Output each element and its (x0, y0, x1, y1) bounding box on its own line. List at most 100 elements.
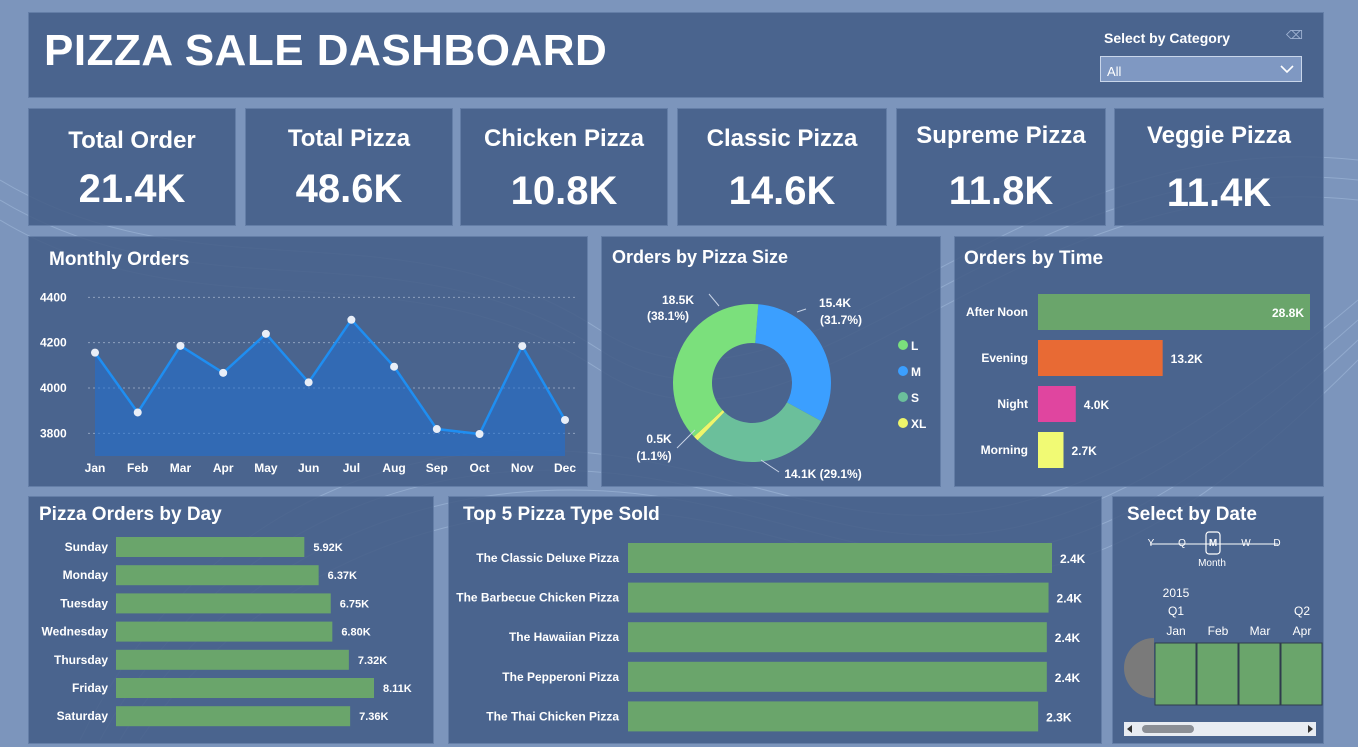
timeline-quarter-q1: Q1 (1168, 604, 1184, 618)
day-bar (116, 706, 351, 727)
kpi-card-veggie-pizza: Veggie Pizza 11.4K (1114, 108, 1324, 226)
time-bar (1038, 386, 1076, 422)
top5-title: Top 5 Pizza Type Sold (463, 504, 660, 525)
time-bar-value: 4.0K (1084, 398, 1110, 412)
day-bar (116, 678, 374, 698)
category-dropdown[interactable]: All (1100, 56, 1302, 82)
orders-by-time-title: Orders by Time (964, 248, 1104, 269)
eraser-icon[interactable]: ⌫ (1286, 28, 1303, 42)
time-bar-value: 2.7K (1072, 444, 1098, 458)
x-tick-label: Jan (85, 461, 106, 475)
timeline-handle[interactable] (1124, 638, 1154, 698)
size-label-S: 14.1K (29.1%) (784, 467, 861, 481)
time-category-label: Night (997, 397, 1028, 411)
data-point (133, 408, 142, 417)
monthly-orders-title: Monthly Orders (49, 249, 190, 270)
pizza-type-label: The Thai Chicken Pizza (486, 709, 619, 723)
page-title: PIZZA SALE DASHBOARD (44, 26, 608, 75)
time-bar-value: 13.2K (1171, 352, 1203, 366)
orders-by-day-title: Pizza Orders by Day (39, 504, 222, 525)
x-tick-label: Sep (426, 461, 448, 475)
legend-label: M (911, 365, 921, 379)
day-category-label: Thursday (54, 653, 108, 667)
x-tick-label: Oct (470, 461, 490, 475)
pizza-type-bar (628, 622, 1047, 653)
chevron-down-icon (1280, 65, 1294, 74)
kpi-card-total-order: Total Order 21.4K (28, 108, 236, 226)
orders-by-size-chart: 18.5K (38.1%) 15.4K (31.7%) 14.1K (29.1%… (636, 293, 926, 481)
day-bar-value: 5.92K (313, 542, 342, 554)
timeline-month-cell[interactable] (1280, 642, 1323, 706)
kpi-card-chicken-pizza: Chicken Pizza 10.8K (460, 108, 668, 226)
category-dropdown-value: All (1107, 64, 1122, 79)
day-bar-value: 6.37K (328, 570, 357, 582)
x-tick-label: Apr (213, 461, 234, 475)
day-category-label: Wednesday (42, 625, 109, 639)
pizza-type-value: 2.4K (1055, 631, 1081, 645)
data-point (261, 329, 270, 338)
day-category-label: Friday (72, 681, 108, 695)
timeline-month-cell[interactable] (1196, 642, 1239, 706)
data-point (347, 315, 356, 324)
legend-marker (898, 418, 908, 428)
data-point (91, 348, 99, 357)
timeline-scroll-thumb[interactable] (1142, 725, 1194, 733)
x-tick-label: Jul (343, 461, 360, 475)
kpi-value: 11.8K (948, 169, 1054, 213)
data-point (561, 415, 569, 424)
x-tick-label: Aug (382, 461, 405, 475)
data-point (219, 368, 228, 377)
kpi-label: Classic Pizza (706, 125, 858, 152)
day-category-label: Sunday (65, 540, 109, 554)
y-tick-label: 4200 (40, 336, 67, 350)
time-category-label: After Noon (966, 305, 1028, 319)
kpi-card-total-pizza: Total Pizza 48.6K (245, 108, 453, 226)
pizza-type-label: The Barbecue Chicken Pizza (456, 591, 619, 605)
day-bar-value: 7.32K (358, 655, 387, 667)
scale-Y: Y (1148, 538, 1155, 549)
x-tick-label: Feb (127, 461, 148, 475)
timeline-month-label: Apr (1293, 624, 1312, 638)
kpi-value: 48.6K (295, 167, 403, 211)
day-bar (116, 565, 319, 586)
size-label-XL: 0.5K (646, 432, 672, 446)
day-bar (116, 593, 331, 614)
x-tick-label: Nov (511, 461, 534, 475)
legend-label: S (911, 391, 919, 405)
timeline-quarter-q2: Q2 (1294, 604, 1310, 618)
timeline-month-label: Feb (1208, 624, 1229, 638)
data-point (176, 341, 185, 350)
scale-selected-label: Month (1198, 558, 1226, 569)
orders-by-day-chart: Sunday 5.92K Monday 6.37K Tuesday 6.75K Wednes… (42, 537, 412, 727)
data-point (432, 425, 441, 434)
kpi-label: Total Order (68, 127, 196, 154)
timeline-month-cell[interactable] (1154, 642, 1197, 706)
x-tick-label: Mar (170, 461, 192, 475)
legend-marker (898, 340, 908, 350)
top5-chart: The Classic Deluxe Pizza 2.4K The Barbecue… (456, 543, 1086, 732)
legend-marker (898, 366, 908, 376)
pizza-type-bar (628, 543, 1052, 573)
pizza-type-value: 2.4K (1060, 552, 1086, 566)
pizza-type-value: 2.4K (1055, 671, 1081, 685)
time-bar (1038, 432, 1064, 468)
date-slicer-timeline[interactable]: Y Q M W D Month 2015 Q1 Q2 Jan Feb Mar Apr (1112, 530, 1324, 740)
kpi-value: 10.8K (510, 169, 618, 213)
legend-label: XL (911, 417, 926, 431)
time-bar (1038, 340, 1163, 376)
y-tick-label: 3800 (40, 426, 67, 440)
day-bar-value: 8.11K (383, 683, 412, 695)
kpi-label: Total Pizza (287, 125, 411, 152)
day-bar (116, 537, 305, 557)
size-label-XL-pct: (1.1%) (636, 449, 671, 463)
timeline-month-label: Mar (1250, 624, 1271, 638)
pizza-type-label: The Classic Deluxe Pizza (476, 551, 619, 565)
size-label-L: 18.5K (662, 293, 694, 307)
x-tick-label: May (254, 461, 278, 475)
timeline-month-cell[interactable] (1238, 642, 1281, 706)
day-category-label: Tuesday (60, 596, 108, 610)
time-category-label: Morning (981, 443, 1028, 457)
pizza-type-label: The Pepperoni Pizza (502, 670, 619, 684)
time-bar-value: 28.8K (1272, 306, 1304, 320)
day-category-label: Monday (63, 568, 109, 582)
